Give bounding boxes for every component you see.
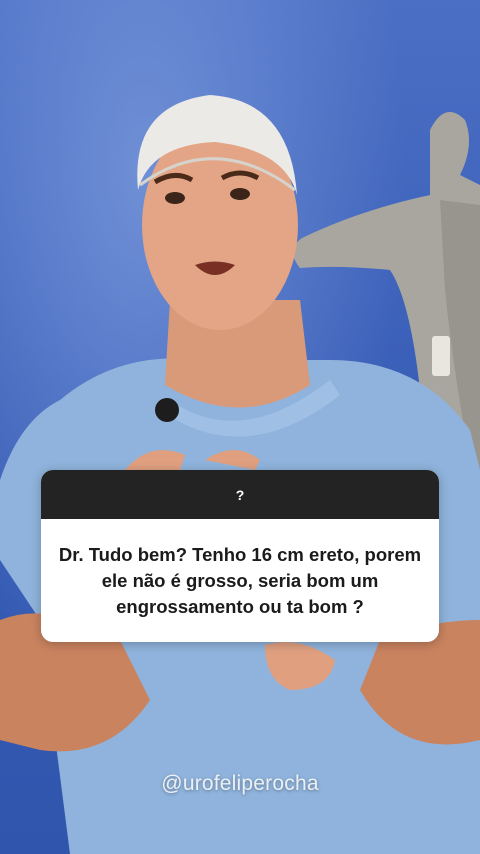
question-sticker: ? Dr. Tudo bem? Tenho 16 cm ereto, porem… xyxy=(41,470,439,642)
question-text: Dr. Tudo bem? Tenho 16 cm ereto, porem e… xyxy=(58,543,422,617)
video-frame xyxy=(0,0,480,854)
doctor-presenter xyxy=(0,95,480,854)
username-watermark: @urofeliperocha xyxy=(161,772,319,795)
question-sticker-header: ? xyxy=(41,470,439,519)
